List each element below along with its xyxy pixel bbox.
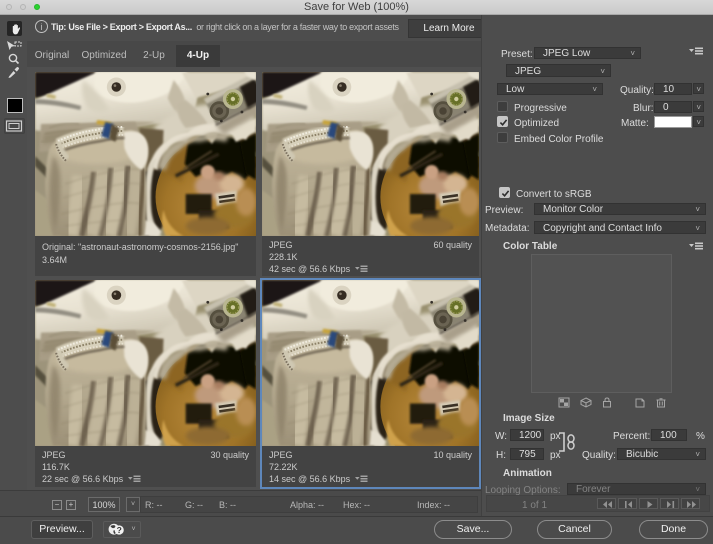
svg-text:?: ? [117, 525, 122, 535]
